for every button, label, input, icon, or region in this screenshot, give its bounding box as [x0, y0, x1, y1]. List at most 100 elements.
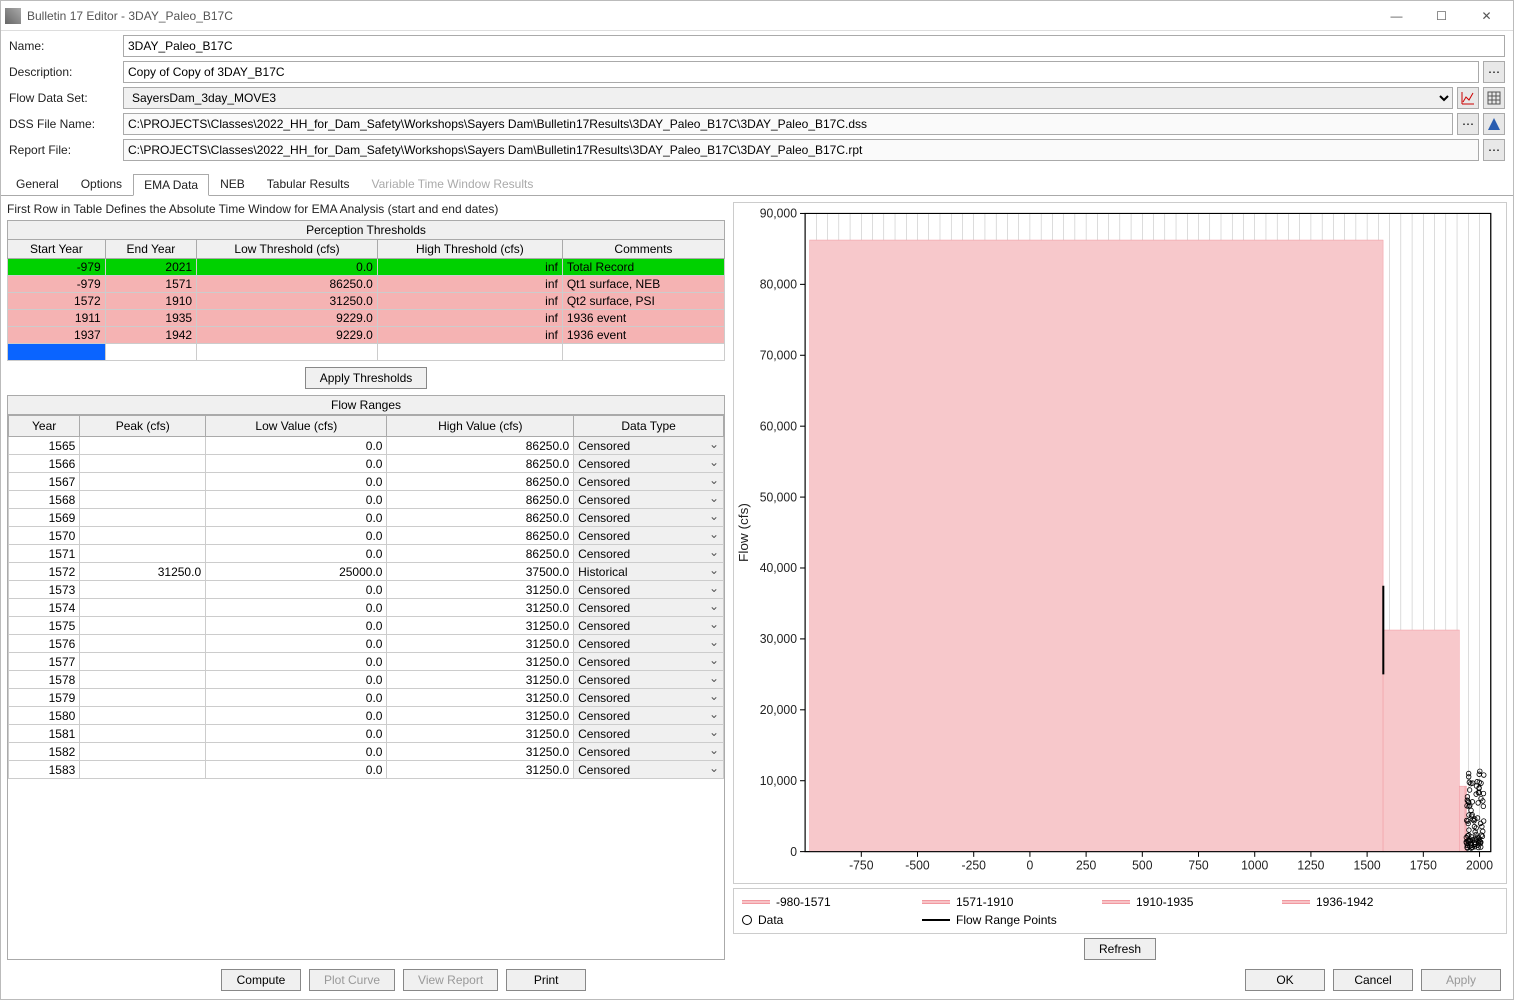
fr-row[interactable]: 15800.031250.0Censored — [9, 707, 724, 725]
tab-ema-data[interactable]: EMA Data — [133, 174, 209, 196]
close-button[interactable]: ✕ — [1464, 1, 1509, 31]
dss-field[interactable] — [123, 113, 1453, 135]
pt-col-header[interactable]: Low Threshold (cfs) — [197, 240, 378, 259]
fr-row[interactable]: 15830.031250.0Censored — [9, 761, 724, 779]
fr-row[interactable]: 15780.031250.0Censored — [9, 671, 724, 689]
svg-text:80,000: 80,000 — [760, 277, 797, 291]
pt-col-header[interactable]: End Year — [105, 240, 196, 259]
fr-row[interactable]: 15670.086250.0Censored — [9, 473, 724, 491]
window-title: Bulletin 17 Editor - 3DAY_Paleo_B17C — [27, 9, 1374, 23]
fr-col-header[interactable]: Low Value (cfs) — [206, 416, 387, 437]
data-type-select[interactable]: Censored — [574, 707, 724, 725]
fr-col-header[interactable]: Year — [9, 416, 80, 437]
legend-band-3: 1936-1942 — [1316, 895, 1373, 909]
svg-text:30,000: 30,000 — [760, 632, 797, 646]
ok-button[interactable]: OK — [1245, 969, 1325, 991]
data-type-select[interactable]: Censored — [574, 617, 724, 635]
fr-row[interactable]: 15770.031250.0Censored — [9, 653, 724, 671]
data-type-select[interactable]: Censored — [574, 509, 724, 527]
fr-row[interactable]: 15820.031250.0Censored — [9, 743, 724, 761]
data-type-select[interactable]: Censored — [574, 671, 724, 689]
flow-ranges-table[interactable]: YearPeak (cfs)Low Value (cfs)High Value … — [8, 415, 724, 779]
swatch-circle-icon — [742, 915, 752, 925]
pt-row[interactable]: 1572191031250.0infQt2 surface, PSI — [8, 293, 725, 310]
fr-row[interactable]: 15690.086250.0Censored — [9, 509, 724, 527]
pt-row[interactable]: -97920210.0infTotal Record — [8, 259, 725, 276]
pt-row[interactable]: -979157186250.0infQt1 surface, NEB — [8, 276, 725, 293]
fr-col-header[interactable]: High Value (cfs) — [387, 416, 574, 437]
fr-row[interactable]: 15660.086250.0Censored — [9, 455, 724, 473]
fr-col-header[interactable]: Peak (cfs) — [80, 416, 206, 437]
fr-row[interactable]: 15680.086250.0Censored — [9, 491, 724, 509]
fr-row[interactable]: 15810.031250.0Censored — [9, 725, 724, 743]
fr-row[interactable]: 15650.086250.0Censored — [9, 437, 724, 455]
data-type-select[interactable]: Censored — [574, 689, 724, 707]
svg-text:750: 750 — [1188, 858, 1208, 872]
perception-thresholds-table[interactable]: Perception Thresholds Start YearEnd Year… — [7, 220, 725, 361]
svg-text:1250: 1250 — [1297, 858, 1324, 872]
svg-text:0: 0 — [1027, 858, 1034, 872]
svg-text:-500: -500 — [905, 858, 929, 872]
fr-col-header[interactable]: Data Type — [574, 416, 724, 437]
fr-row[interactable]: 15760.031250.0Censored — [9, 635, 724, 653]
fr-row[interactable]: 15750.031250.0Censored — [9, 617, 724, 635]
data-type-select[interactable]: Censored — [574, 761, 724, 779]
apply-button: Apply — [1421, 969, 1501, 991]
pt-row[interactable]: 193719429229.0inf1936 event — [8, 327, 725, 344]
plot-icon[interactable] — [1457, 87, 1479, 109]
flow-chart[interactable]: -750-500-2500250500750100012501500175020… — [733, 202, 1507, 884]
data-type-select[interactable]: Censored — [574, 491, 724, 509]
description-edit-icon[interactable]: ⋯ — [1483, 61, 1505, 83]
data-type-select[interactable]: Censored — [574, 743, 724, 761]
data-type-select[interactable]: Censored — [574, 725, 724, 743]
tab-general[interactable]: General — [5, 173, 70, 195]
data-type-select[interactable]: Censored — [574, 527, 724, 545]
pt-col-header[interactable]: High Threshold (cfs) — [377, 240, 562, 259]
fr-row[interactable]: 15710.086250.0Censored — [9, 545, 724, 563]
fr-row[interactable]: 15740.031250.0Censored — [9, 599, 724, 617]
print-button[interactable]: Print — [506, 969, 586, 991]
flow-ranges-scroll[interactable]: YearPeak (cfs)Low Value (cfs)High Value … — [7, 414, 725, 960]
name-field[interactable] — [123, 35, 1505, 57]
data-type-select[interactable]: Censored — [574, 455, 724, 473]
tab-options[interactable]: Options — [70, 173, 133, 195]
fr-row[interactable]: 15790.031250.0Censored — [9, 689, 724, 707]
data-type-select[interactable]: Censored — [574, 653, 724, 671]
data-type-select[interactable]: Historical — [574, 563, 724, 581]
tab-tabular[interactable]: Tabular Results — [256, 173, 361, 195]
maximize-button[interactable]: ☐ — [1419, 1, 1464, 31]
chart-legend: -980-1571 1571-1910 1910-1935 1936-1942 … — [733, 888, 1507, 934]
data-type-select[interactable]: Censored — [574, 473, 724, 491]
table-icon[interactable] — [1483, 87, 1505, 109]
swatch-pink-icon — [922, 900, 950, 904]
data-type-select[interactable]: Censored — [574, 581, 724, 599]
fr-row[interactable]: 15700.086250.0Censored — [9, 527, 724, 545]
pt-row[interactable] — [8, 344, 725, 361]
data-type-select[interactable]: Censored — [574, 635, 724, 653]
pt-col-header[interactable]: Comments — [562, 240, 724, 259]
cancel-button[interactable]: Cancel — [1333, 969, 1413, 991]
swatch-line-icon — [922, 919, 950, 921]
tab-neb[interactable]: NEB — [209, 173, 256, 195]
name-label: Name: — [9, 39, 119, 53]
minimize-button[interactable]: — — [1374, 1, 1419, 31]
report-field[interactable] — [123, 139, 1479, 161]
compute-button[interactable]: Compute — [221, 969, 301, 991]
svg-text:0: 0 — [790, 845, 797, 859]
pt-row[interactable]: 191119359229.0inf1936 event — [8, 310, 725, 327]
refresh-button[interactable]: Refresh — [1084, 938, 1156, 960]
data-type-select[interactable]: Censored — [574, 599, 724, 617]
swatch-pink-icon — [1102, 900, 1130, 904]
data-type-select[interactable]: Censored — [574, 437, 724, 455]
data-type-select[interactable]: Censored — [574, 545, 724, 563]
description-field[interactable] — [123, 61, 1479, 83]
dss-graph-icon[interactable] — [1483, 113, 1505, 135]
dss-browse-icon[interactable]: ⋯ — [1457, 113, 1479, 135]
pt-col-header[interactable]: Start Year — [8, 240, 106, 259]
apply-thresholds-button[interactable]: Apply Thresholds — [305, 367, 428, 389]
fr-row[interactable]: 157231250.025000.037500.0Historical — [9, 563, 724, 581]
report-browse-icon[interactable]: ⋯ — [1483, 139, 1505, 161]
legend-frp: Flow Range Points — [956, 913, 1057, 927]
fr-row[interactable]: 15730.031250.0Censored — [9, 581, 724, 599]
flowset-select[interactable]: SayersDam_3day_MOVE3 — [123, 87, 1453, 109]
